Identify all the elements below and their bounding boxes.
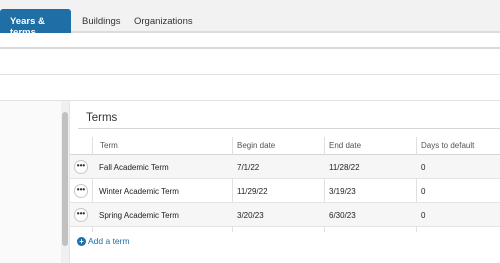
term-name: Winter Academic Term bbox=[99, 187, 179, 196]
tab-bar: Years & terms Buildings Organizations bbox=[0, 0, 500, 38]
add-term-label: Add a term bbox=[88, 236, 130, 246]
begin-date: 3/20/23 bbox=[237, 211, 264, 220]
row-more-icon[interactable]: ••• bbox=[74, 208, 88, 222]
column-header-end-date: End date bbox=[329, 141, 362, 150]
term-name: Fall Academic Term bbox=[99, 163, 169, 172]
plus-circle-icon: + bbox=[77, 236, 86, 246]
table-row: ••• Spring Academic Term 3/20/23 6/30/23… bbox=[70, 203, 500, 227]
tab-years-and-terms[interactable]: Years & terms bbox=[0, 9, 71, 38]
scrollbar-thumb[interactable] bbox=[62, 112, 68, 246]
end-date: 3/19/23 bbox=[329, 187, 356, 196]
end-date: 6/30/23 bbox=[329, 211, 356, 220]
days-to-default: 0 bbox=[421, 211, 426, 220]
begin-date: 11/29/22 bbox=[237, 187, 268, 196]
row-more-icon[interactable]: ••• bbox=[74, 184, 88, 198]
term-name: Spring Academic Term bbox=[99, 211, 179, 220]
days-to-default: 0 bbox=[421, 163, 426, 172]
divider bbox=[0, 74, 500, 75]
table-row: ••• Winter Academic Term 11/29/22 3/19/2… bbox=[70, 179, 500, 203]
add-term-link[interactable]: + Add a term bbox=[77, 236, 130, 246]
row-more-icon[interactable]: ••• bbox=[74, 160, 88, 174]
end-date: 11/28/22 bbox=[329, 163, 360, 172]
divider bbox=[0, 100, 500, 101]
table-row: ••• Fall Academic Term 7/1/22 11/28/22 0 bbox=[70, 155, 500, 179]
column-header-days-to-default: Days to default bbox=[421, 141, 475, 150]
tab-buildings[interactable]: Buildings bbox=[82, 10, 121, 33]
toolbar-divider bbox=[0, 47, 500, 49]
tab-organizations[interactable]: Organizations bbox=[134, 10, 193, 33]
table-header: Term Begin date End date Days to default bbox=[70, 137, 500, 155]
column-header-term: Term bbox=[100, 141, 118, 150]
section-divider bbox=[78, 128, 500, 129]
begin-date: 7/1/22 bbox=[237, 163, 260, 172]
left-panel bbox=[0, 101, 70, 263]
section-title: Terms bbox=[86, 112, 118, 124]
days-to-default: 0 bbox=[421, 187, 426, 196]
column-header-begin-date: Begin date bbox=[237, 141, 276, 150]
